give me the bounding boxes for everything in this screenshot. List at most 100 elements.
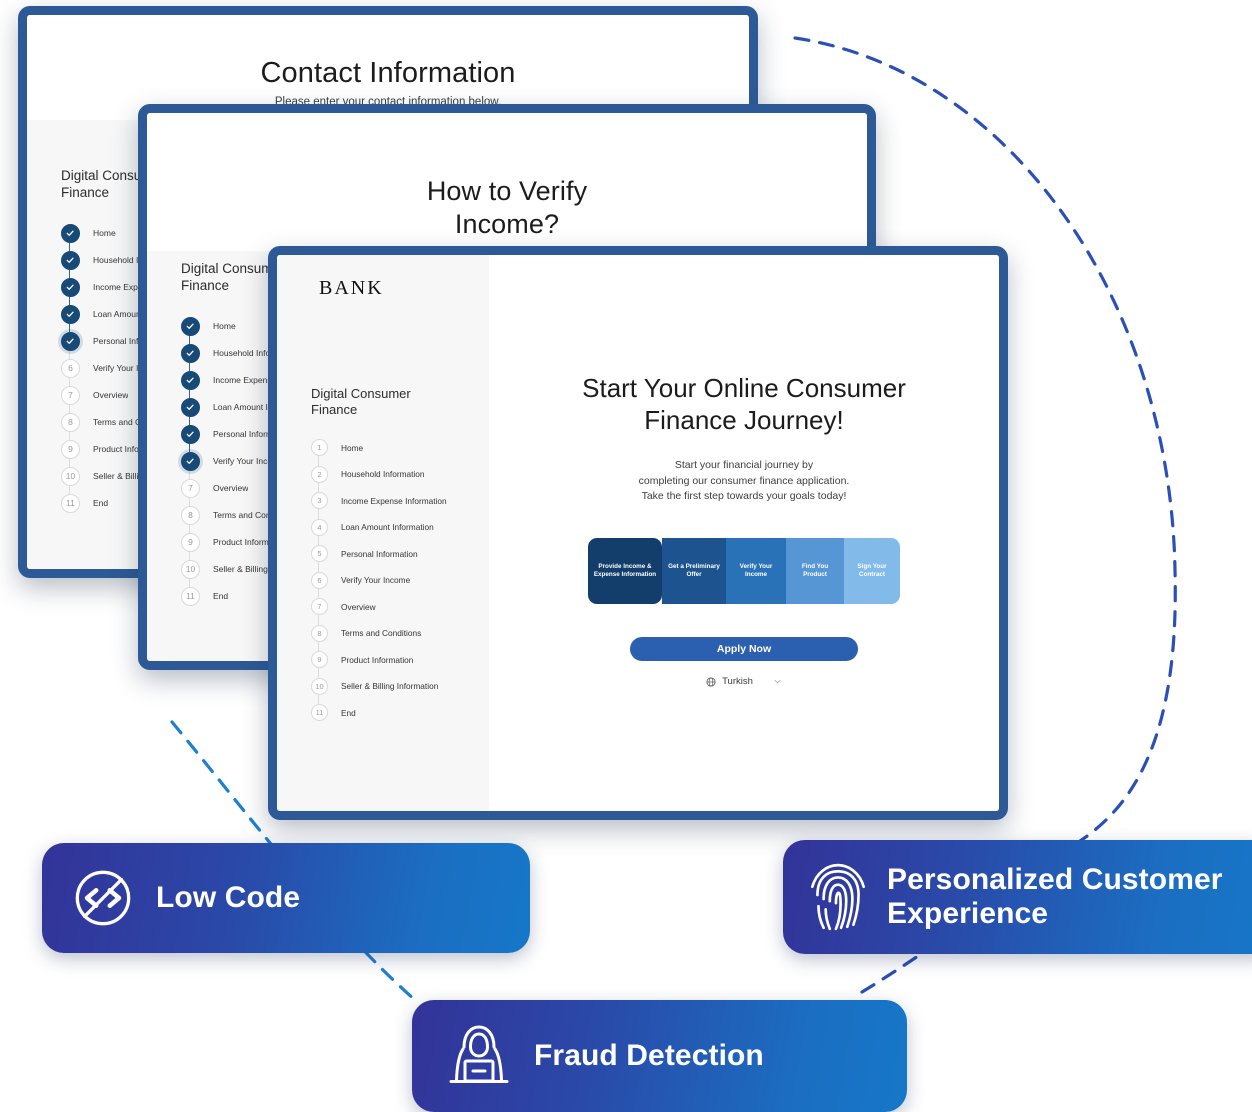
journey-chip-label: Provide Income & Expense Information bbox=[593, 563, 657, 579]
step-item[interactable]: 8 Terms and Conditions bbox=[311, 620, 489, 653]
step-bullet-pending: 10 bbox=[311, 677, 328, 695]
illustration-canvas: Contact Information Please enter your co… bbox=[0, 0, 1252, 1112]
step-bullet-completed bbox=[61, 223, 80, 243]
step-bullet-completed bbox=[181, 370, 200, 390]
step-bullet-pending: 11 bbox=[181, 586, 200, 606]
step-bullet-pending: 10 bbox=[61, 466, 80, 486]
step-label: Home bbox=[93, 228, 116, 239]
step-bullet-completed bbox=[61, 250, 80, 270]
step-item[interactable]: 2 Household Information bbox=[311, 461, 489, 494]
step-bullet-pending: 11 bbox=[311, 704, 328, 722]
hero-lede-line: Take the first step towards your goals t… bbox=[641, 489, 847, 502]
step-bullet-pending: 9 bbox=[311, 651, 328, 669]
step-bullet-pending: 7 bbox=[61, 385, 80, 405]
feature-label: Fraud Detection bbox=[534, 1039, 764, 1073]
step-label: Verify Your Income bbox=[341, 575, 411, 586]
hero-section: Start Your Online Consumer Finance Journ… bbox=[489, 255, 999, 687]
step-item[interactable]: 9 Product Information bbox=[311, 647, 489, 679]
step-item[interactable]: 6 Verify Your Income bbox=[311, 567, 489, 600]
feature-pill-low-code[interactable]: Low Code bbox=[42, 843, 530, 953]
step-bullet-completed bbox=[181, 424, 200, 444]
journey-chip: Get a Preliminary Offer bbox=[662, 538, 726, 605]
step-item[interactable]: 3 Income Expense Information bbox=[311, 488, 489, 520]
check-icon bbox=[66, 230, 75, 237]
step-label: Seller & Billing Information bbox=[341, 681, 439, 692]
step-bullet-pending: 11 bbox=[61, 493, 80, 513]
bank-logo: BANK bbox=[319, 277, 384, 299]
step-bullet-pending: 6 bbox=[61, 358, 80, 378]
step-label: Loan Amount Information bbox=[341, 522, 434, 533]
step-bullet-completed bbox=[61, 277, 80, 297]
check-icon bbox=[186, 404, 195, 410]
step-bullet-completed bbox=[181, 343, 200, 363]
step-label: Personal Information bbox=[341, 548, 418, 559]
step-item[interactable]: 1 Home bbox=[311, 435, 489, 467]
step-bullet-pending: 4 bbox=[311, 518, 328, 536]
check-icon bbox=[186, 323, 195, 329]
globe-icon bbox=[706, 677, 716, 687]
journey-chip: Provide Income & Expense Information bbox=[588, 538, 662, 605]
check-icon bbox=[66, 311, 75, 318]
front-card-content: Start Your Online Consumer Finance Journ… bbox=[489, 255, 999, 811]
check-icon bbox=[186, 431, 195, 437]
check-icon bbox=[186, 377, 195, 383]
front-card-sidebar: BANK Digital Consumer Finance 1 Home 2 Hous… bbox=[277, 255, 489, 811]
feature-label: Low Code bbox=[156, 881, 301, 915]
hero-lede-line: completing our consumer finance applicat… bbox=[638, 474, 850, 487]
step-bullet-pending: 8 bbox=[181, 505, 200, 525]
journey-chip: Sign Your Contract bbox=[844, 538, 900, 605]
step-bullet-pending: 3 bbox=[311, 492, 328, 510]
hero-lede-line: Start your financial journey by bbox=[674, 459, 814, 472]
hero-heading: Start Your Online Consumer Finance Journ… bbox=[582, 373, 906, 435]
middle-card-header: How to Verify Income? bbox=[147, 113, 867, 251]
journey-chip-label: Get a Preliminary Offer bbox=[668, 563, 720, 579]
step-item[interactable]: 5 Personal Information bbox=[311, 541, 489, 573]
step-label: End bbox=[93, 498, 109, 509]
step-bullet-pending: 9 bbox=[61, 439, 80, 459]
journey-chip: Verify Your Income bbox=[726, 538, 786, 605]
step-label: Income Expense Information bbox=[341, 495, 447, 506]
step-bullet-completed bbox=[181, 451, 200, 471]
step-bullet-completed bbox=[181, 316, 200, 336]
card-start-your-journey[interactable]: BANK Digital Consumer Finance 1 Home 2 Hous… bbox=[268, 246, 1008, 820]
step-item[interactable]: 7 Overview bbox=[311, 594, 489, 626]
step-label: End bbox=[213, 591, 229, 602]
step-bullet-completed bbox=[61, 331, 80, 351]
step-item[interactable]: 10 Seller & Billing Information bbox=[311, 673, 489, 706]
step-label: Terms and Conditions bbox=[341, 628, 422, 639]
journey-chip-label: Find You Product bbox=[801, 563, 829, 579]
step-bullet-pending: 8 bbox=[61, 412, 80, 432]
step-bullet-pending: 10 bbox=[181, 559, 200, 579]
page-title: How to Verify Income? bbox=[426, 176, 588, 239]
step-label: Overview bbox=[93, 390, 129, 401]
step-bullet-pending: 7 bbox=[311, 598, 328, 616]
feature-pill-fraud-detection[interactable]: Fraud Detection bbox=[412, 1000, 907, 1112]
step-bullet-completed bbox=[61, 304, 80, 324]
step-label: Household Information bbox=[341, 469, 425, 480]
apply-now-button[interactable]: Apply Now bbox=[630, 637, 858, 662]
step-bullet-pending: 8 bbox=[311, 624, 328, 642]
step-item[interactable]: 4 Loan Amount Information bbox=[311, 514, 489, 547]
language-selector[interactable]: Turkish bbox=[706, 676, 782, 687]
step-label: Home bbox=[213, 321, 236, 332]
hacker-laptop-icon bbox=[444, 1023, 514, 1089]
chevron-down-icon bbox=[774, 680, 781, 684]
step-label: Overview bbox=[341, 601, 376, 612]
step-bullet-pending: 1 bbox=[311, 439, 328, 457]
sidebar-title: Digital Consumer Finance bbox=[311, 386, 411, 418]
step-label: End bbox=[341, 707, 356, 718]
language-label: Turkish bbox=[722, 676, 753, 688]
hero-lede: Start your financial journey by completi… bbox=[639, 458, 850, 504]
journey-steps-graphic: Provide Income & Expense Information Get … bbox=[588, 538, 900, 605]
step-item[interactable]: 11 End bbox=[311, 700, 489, 727]
check-icon bbox=[186, 350, 195, 356]
check-icon bbox=[66, 257, 75, 264]
step-bullet-pending: 6 bbox=[311, 571, 328, 589]
step-bullet-pending: 9 bbox=[181, 532, 200, 552]
journey-chip-label: Sign Your Contract bbox=[857, 563, 887, 579]
fingerprint-icon bbox=[805, 860, 871, 934]
low-code-icon bbox=[72, 867, 134, 929]
step-bullet-pending: 2 bbox=[311, 465, 328, 483]
journey-chip-label: Verify Your Income bbox=[739, 563, 773, 579]
feature-pill-personalized-customer-experience[interactable]: Personalized Customer Experience bbox=[783, 840, 1252, 954]
